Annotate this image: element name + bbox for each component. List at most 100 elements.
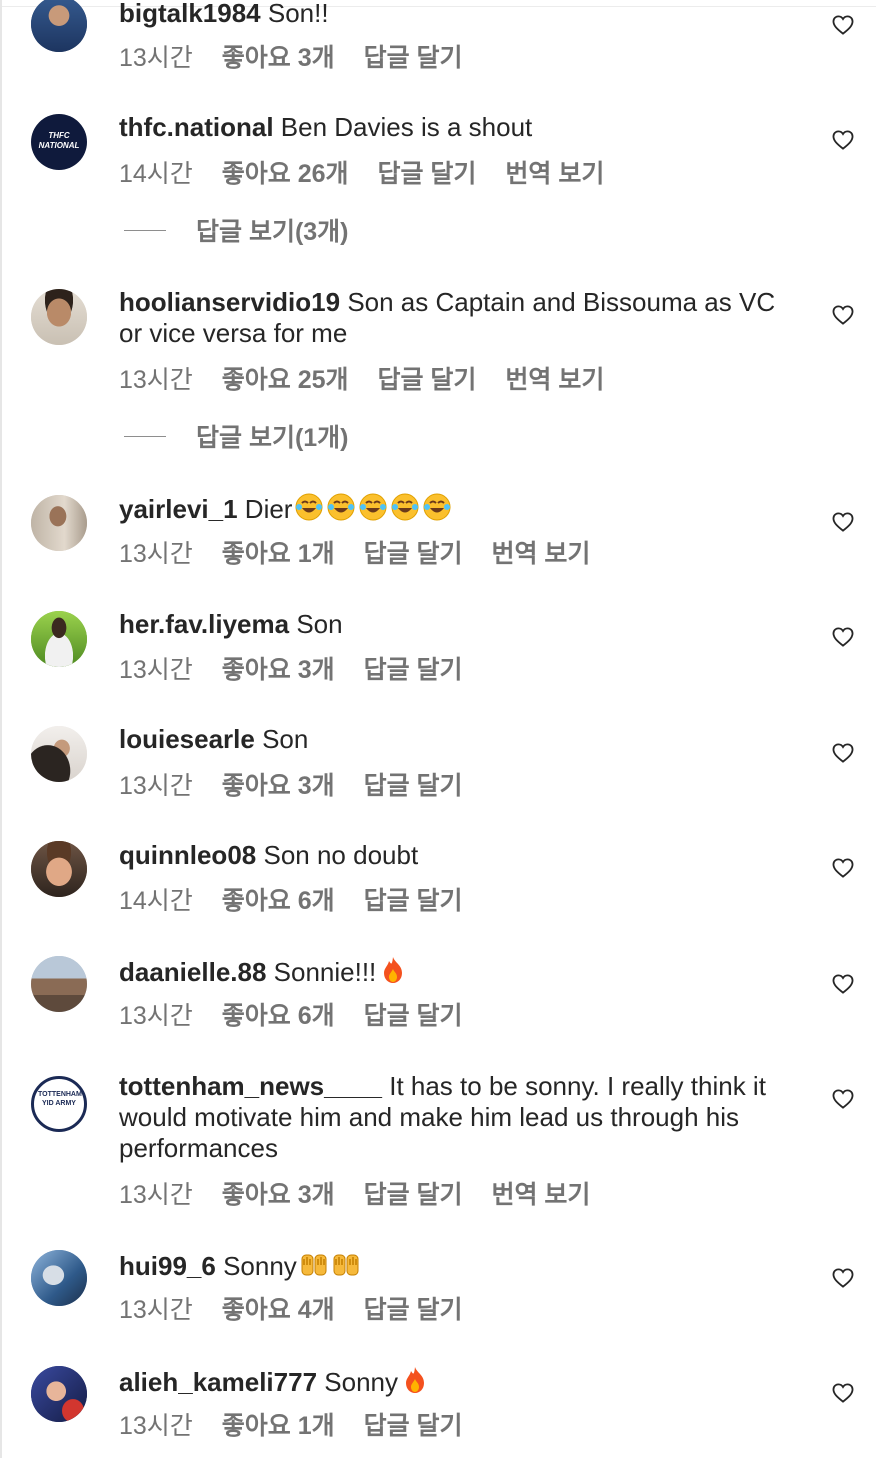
like-button[interactable] (832, 974, 854, 994)
reply-button[interactable]: 답글 달기 (364, 1181, 463, 1209)
comment-text: Ben Davies is a shout (280, 112, 533, 142)
avatar-logo-text: TOTTENHAM YID ARMY (38, 1091, 82, 1107)
likes-count[interactable]: 좋아요 6개 (222, 1002, 335, 1030)
comment-username[interactable]: daanielle.88 (119, 957, 266, 987)
laughing-emoji-group (292, 493, 452, 524)
avatar[interactable] (31, 1250, 87, 1306)
comment-username[interactable]: tottenham_news____ (119, 1071, 382, 1101)
comment-username[interactable]: bigtalk1984 (119, 0, 261, 28)
comment-meta: 14시간 좋아요 6개 답글 달기 (119, 881, 485, 917)
comment-time[interactable]: 13시간 (119, 772, 193, 800)
comment-time[interactable]: 14시간 (119, 887, 193, 915)
comment-username[interactable]: her.fav.liyema (119, 609, 289, 639)
avatar[interactable] (31, 495, 87, 551)
reply-button[interactable]: 답글 달기 (364, 44, 463, 72)
replies-divider (124, 229, 166, 231)
like-button[interactable] (832, 743, 854, 763)
comment-text: Dier (244, 494, 293, 524)
comment-time[interactable]: 13시간 (119, 1002, 193, 1030)
comment-meta: 13시간 좋아요 3개 답글 달기 (119, 38, 485, 74)
comment-username[interactable]: louiesearle (119, 724, 255, 754)
likes-count[interactable]: 좋아요 3개 (222, 1181, 335, 1209)
reply-button[interactable]: 답글 달기 (377, 160, 476, 188)
comment-text: Son (262, 724, 309, 754)
tears-of-joy-icon (359, 493, 387, 521)
comment-username[interactable]: alieh_kameli777 (119, 1367, 317, 1397)
likes-count[interactable]: 좋아요 25개 (222, 366, 349, 394)
avatar[interactable] (31, 1366, 87, 1422)
comment-username[interactable]: quinnleo08 (119, 840, 256, 870)
comment-time[interactable]: 13시간 (119, 656, 193, 684)
reply-button[interactable]: 답글 달기 (364, 656, 463, 684)
tears-of-joy-icon (327, 493, 355, 521)
translate-button[interactable]: 번역 보기 (491, 1181, 590, 1209)
comment-meta: 13시간 좋아요 1개 답글 달기 번역 보기 (119, 534, 612, 570)
reply-button[interactable]: 답글 달기 (364, 1002, 463, 1030)
reply-button[interactable]: 답글 달기 (364, 887, 463, 915)
translate-button[interactable]: 번역 보기 (491, 540, 590, 568)
like-button[interactable] (832, 1383, 854, 1403)
view-replies-button[interactable]: 답글 보기(1개) (124, 418, 349, 454)
likes-count[interactable]: 좋아요 26개 (222, 160, 349, 188)
view-replies-button[interactable]: 답글 보기(3개) (124, 212, 349, 248)
comment-username[interactable]: hoolianservidio19 (119, 287, 340, 317)
comment-text: Sonnie!!! (273, 957, 377, 987)
avatar-logo-text: THFC NATIONAL (38, 131, 80, 150)
likes-count[interactable]: 좋아요 1개 (222, 1412, 335, 1440)
heart-outline-icon (832, 15, 854, 35)
translate-button[interactable]: 번역 보기 (505, 160, 604, 188)
like-button[interactable] (832, 15, 854, 35)
reply-button[interactable]: 답글 달기 (377, 366, 476, 394)
like-button[interactable] (832, 1268, 854, 1288)
likes-count[interactable]: 좋아요 3개 (222, 44, 335, 72)
avatar[interactable]: TOTTENHAM YID ARMY (31, 1076, 87, 1132)
comment-time[interactable]: 13시간 (119, 366, 193, 394)
comment-time[interactable]: 13시간 (119, 540, 193, 568)
avatar[interactable] (31, 289, 87, 345)
raising-hands-icon (301, 1254, 327, 1276)
reply-button[interactable]: 답글 달기 (364, 772, 463, 800)
heart-outline-icon (832, 1268, 854, 1288)
likes-count[interactable]: 좋아요 1개 (222, 540, 335, 568)
like-button[interactable] (832, 305, 854, 325)
like-button[interactable] (832, 1089, 854, 1109)
tears-of-joy-icon (295, 493, 323, 521)
avatar[interactable] (31, 611, 87, 667)
comment-time[interactable]: 13시간 (119, 44, 193, 72)
comment-time[interactable]: 13시간 (119, 1296, 193, 1324)
like-button[interactable] (832, 858, 854, 878)
comment-text: Sonny (324, 1367, 399, 1397)
comment-time[interactable]: 13시간 (119, 1181, 193, 1209)
avatar[interactable]: THFC NATIONAL (31, 114, 87, 170)
comment-time[interactable]: 13시간 (119, 1412, 193, 1440)
comment-meta: 13시간 좋아요 25개 답글 달기 번역 보기 (119, 360, 626, 396)
likes-count[interactable]: 좋아요 4개 (222, 1296, 335, 1324)
comment-username[interactable]: yairlevi_1 (119, 494, 238, 524)
avatar[interactable] (31, 841, 87, 897)
comment-time[interactable]: 14시간 (119, 160, 193, 188)
comment-meta: 13시간 좋아요 4개 답글 달기 (119, 1290, 485, 1326)
like-button[interactable] (832, 512, 854, 532)
like-button[interactable] (832, 130, 854, 150)
likes-count[interactable]: 좋아요 3개 (222, 656, 335, 684)
replies-divider (124, 435, 166, 437)
avatar[interactable] (31, 956, 87, 1012)
comment-meta: 13시간 좋아요 6개 답글 달기 (119, 996, 485, 1032)
comment-meta: 13시간 좋아요 3개 답글 달기 (119, 766, 485, 802)
view-replies-label[interactable]: 답글 보기(3개) (196, 212, 349, 248)
avatar[interactable] (31, 726, 87, 782)
raising-hands-emoji-group (297, 1251, 361, 1281)
likes-count[interactable]: 좋아요 6개 (222, 887, 335, 915)
reply-button[interactable]: 답글 달기 (364, 540, 463, 568)
avatar[interactable] (31, 0, 87, 52)
view-replies-label[interactable]: 답글 보기(1개) (196, 418, 349, 454)
like-button[interactable] (832, 627, 854, 647)
comment-text: Sonny (223, 1251, 297, 1281)
comment-meta: 13시간 좋아요 1개 답글 달기 (119, 1406, 485, 1442)
comment-username[interactable]: hui99_6 (119, 1251, 216, 1281)
reply-button[interactable]: 답글 달기 (364, 1296, 463, 1324)
translate-button[interactable]: 번역 보기 (505, 366, 604, 394)
likes-count[interactable]: 좋아요 3개 (222, 772, 335, 800)
comment-username[interactable]: thfc.national (119, 112, 274, 142)
reply-button[interactable]: 답글 달기 (364, 1412, 463, 1440)
